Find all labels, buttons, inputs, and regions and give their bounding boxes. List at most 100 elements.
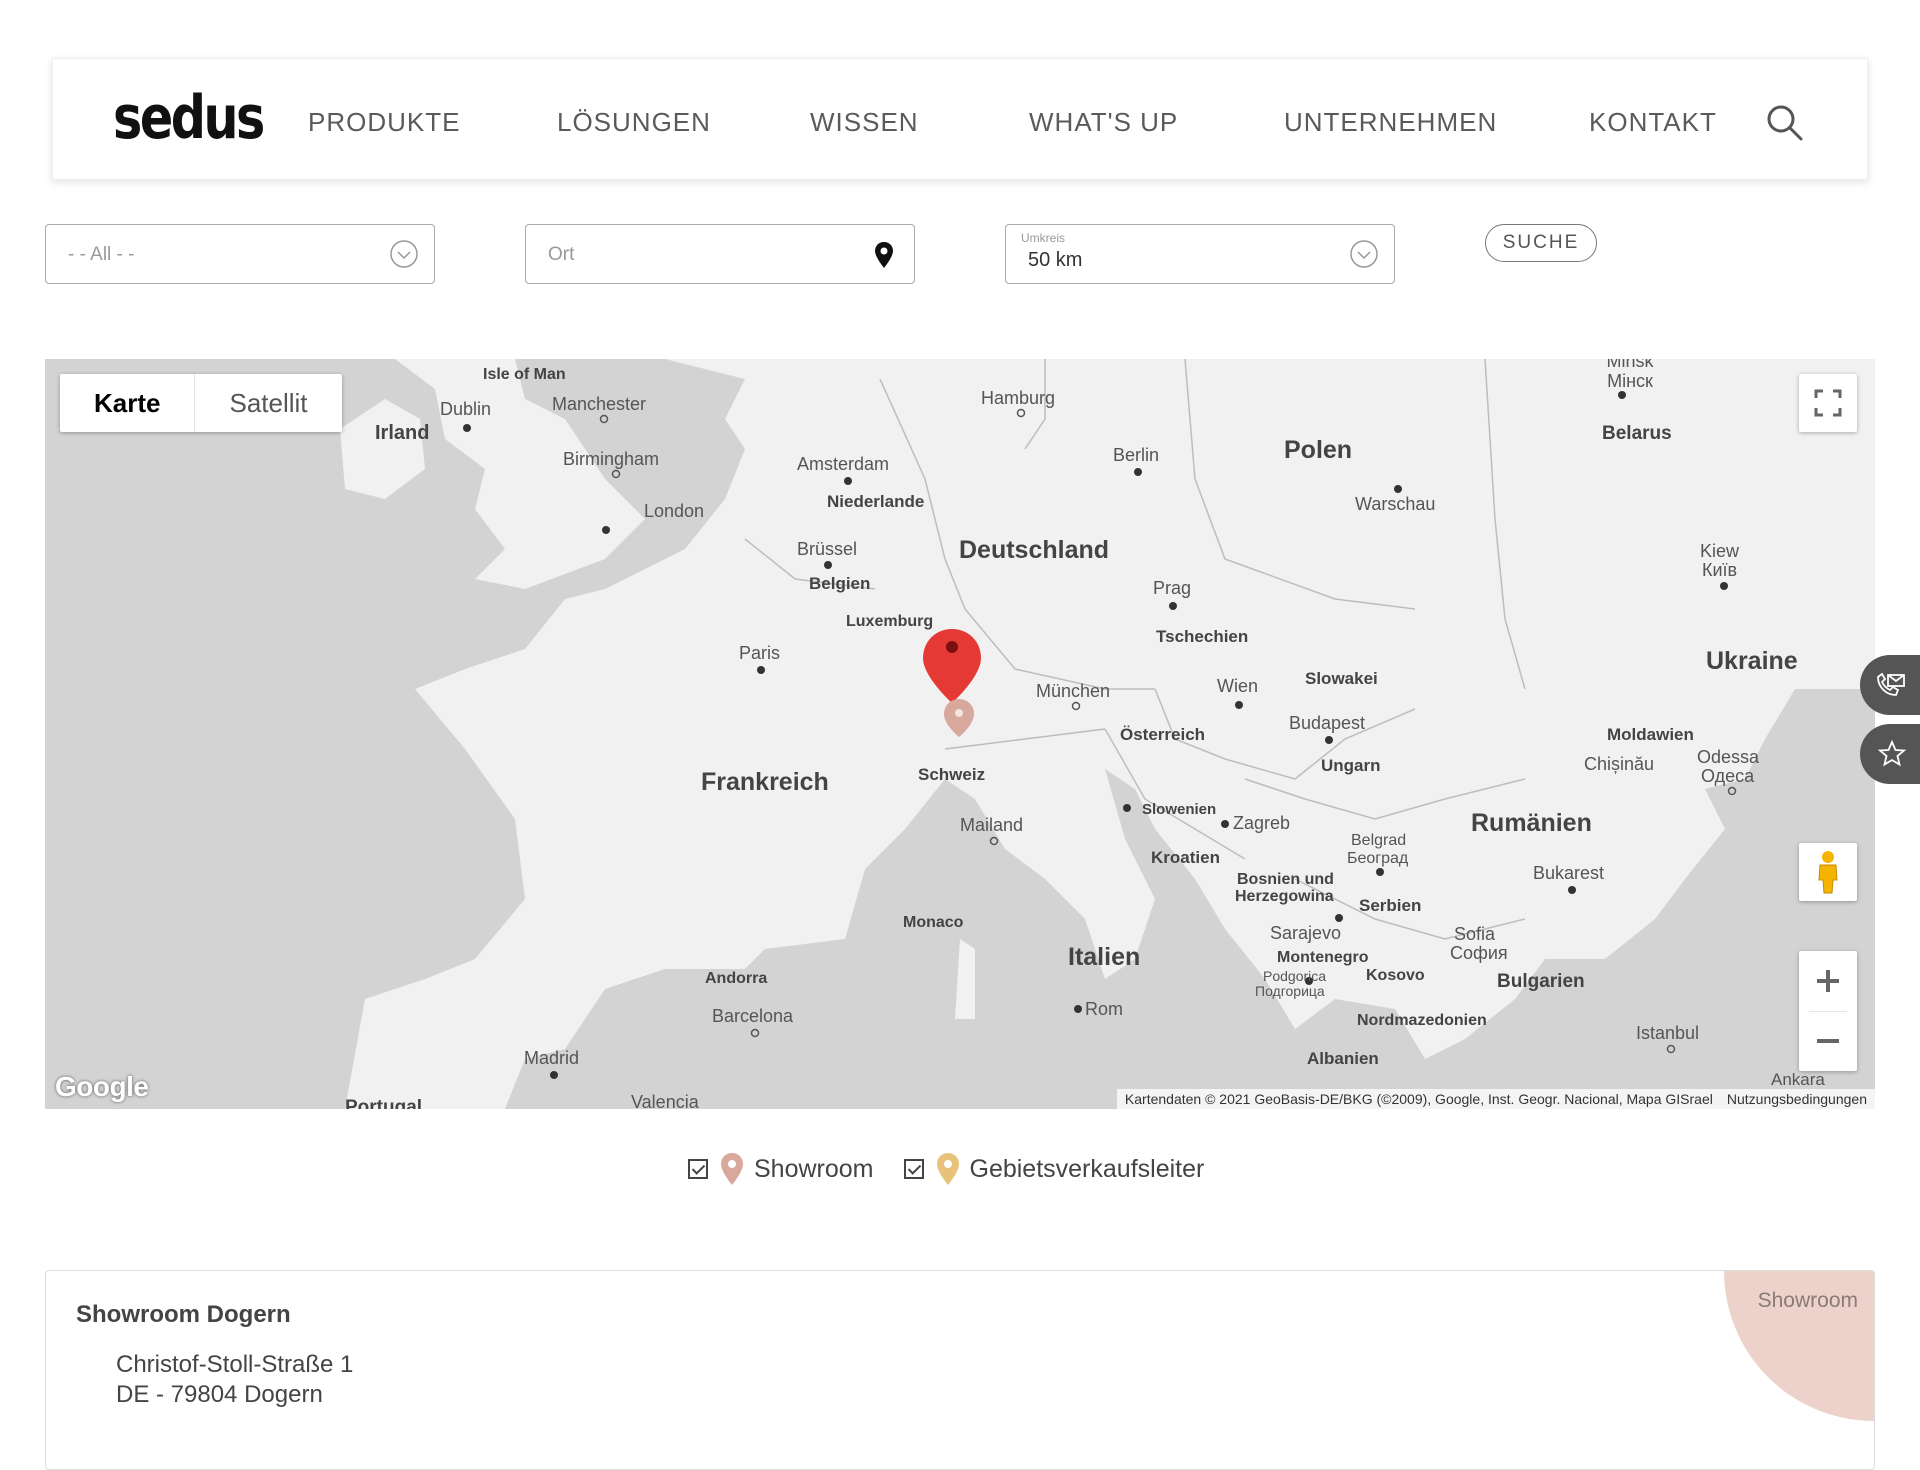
plus-icon bbox=[1817, 970, 1839, 992]
map-label: Isle of Man bbox=[483, 366, 566, 383]
map-label: Brüssel bbox=[797, 539, 858, 559]
map-label: Подгорица bbox=[1255, 983, 1325, 999]
map-type-karte[interactable]: Karte bbox=[60, 374, 196, 432]
map-label: München bbox=[1036, 681, 1111, 701]
map-legend: Showroom Gebietsverkaufsleiter bbox=[688, 1152, 1234, 1186]
map-label: Barcelona bbox=[712, 1006, 794, 1026]
category-select[interactable]: - - All - - bbox=[45, 224, 435, 284]
minus-icon bbox=[1817, 1039, 1839, 1043]
map-label: Niederlande bbox=[827, 492, 925, 511]
showroom-checkbox[interactable] bbox=[688, 1159, 708, 1179]
map-label: Amsterdam bbox=[797, 454, 890, 474]
map-label: Manchester bbox=[552, 394, 647, 414]
map-label: Београд bbox=[1347, 850, 1409, 867]
map-label: Madrid bbox=[524, 1048, 580, 1068]
map-label: Albanien bbox=[1307, 1049, 1379, 1068]
result-card[interactable]: Showroom Showroom Dogern Christof-Stoll-… bbox=[45, 1270, 1875, 1470]
fullscreen-button[interactable] bbox=[1799, 374, 1857, 432]
map-label: Paris bbox=[739, 643, 781, 663]
site-header: sedus PRODUKTE LÖSUNGEN WISSEN WHAT'S UP… bbox=[52, 58, 1868, 180]
legend-gvl-label: Gebietsverkaufsleiter bbox=[969, 1154, 1205, 1183]
location-pin-icon[interactable] bbox=[874, 241, 894, 269]
map-label: Prag bbox=[1153, 578, 1192, 598]
phone-mail-icon bbox=[1877, 672, 1905, 696]
zoom-in-button[interactable] bbox=[1799, 951, 1857, 1011]
map-label: Kiew bbox=[1700, 541, 1740, 561]
gvl-pin-icon bbox=[936, 1153, 959, 1185]
map[interactable]: Isle of Man Dublin Irland Manchester Bir… bbox=[45, 359, 1875, 1109]
nav-loesungen[interactable]: LÖSUNGEN bbox=[557, 107, 711, 138]
map-label: Zagreb bbox=[1233, 813, 1291, 833]
map-label: Bukarest bbox=[1533, 863, 1605, 883]
map-label: Belgrad bbox=[1351, 832, 1407, 849]
map-label: Portugal bbox=[345, 1097, 423, 1109]
map-label: Одеса bbox=[1701, 766, 1755, 786]
legend-gvl: Gebietsverkaufsleiter bbox=[903, 1152, 1205, 1186]
map-label: Rumänien bbox=[1471, 809, 1592, 837]
search-icon[interactable] bbox=[1765, 103, 1805, 143]
map-label: Istanbul bbox=[1636, 1023, 1700, 1043]
google-logo: Google bbox=[55, 1071, 149, 1102]
map-label: Chișinău bbox=[1584, 754, 1655, 774]
map-label: Ungarn bbox=[1321, 756, 1381, 775]
result-type-badge: Showroom bbox=[1757, 1289, 1858, 1312]
location-placeholder: Ort bbox=[548, 244, 575, 265]
map-canvas[interactable] bbox=[45, 359, 1875, 1109]
street-view-button[interactable] bbox=[1799, 843, 1857, 901]
radius-label: Umkreis bbox=[1021, 231, 1065, 245]
map-label: Valencia bbox=[631, 1092, 699, 1109]
map-type-satellit[interactable]: Satellit bbox=[195, 374, 341, 432]
map-label: Minsk Мінск bbox=[1606, 359, 1654, 391]
map-label: Slowakei bbox=[1305, 669, 1378, 688]
map-label: Schweiz bbox=[918, 765, 986, 784]
map-label: Podgorica bbox=[1263, 968, 1327, 984]
sedus-logo[interactable]: sedus bbox=[113, 83, 265, 153]
fullscreen-icon bbox=[1814, 389, 1842, 417]
terms-link[interactable]: Nutzungsbedingungen bbox=[1727, 1091, 1867, 1107]
legend-showroom: Showroom bbox=[688, 1152, 874, 1186]
map-label: Slowenien bbox=[1142, 801, 1217, 818]
nav-wissen[interactable]: WISSEN bbox=[810, 107, 919, 138]
radius-select[interactable]: Umkreis 50 km bbox=[1005, 224, 1395, 284]
map-label: Andorra bbox=[705, 970, 768, 987]
nav-whats-up[interactable]: WHAT'S UP bbox=[1029, 107, 1178, 138]
map-label: Mailand bbox=[960, 815, 1024, 835]
map-label: София bbox=[1450, 943, 1508, 963]
map-label: Sofia bbox=[1454, 924, 1496, 944]
map-label: Montenegro bbox=[1277, 949, 1369, 966]
map-attribution: Kartendaten © 2021 GeoBasis-DE/BKG (©200… bbox=[1116, 1089, 1875, 1109]
map-label: Tschechien bbox=[1156, 627, 1249, 646]
map-label: Hamburg bbox=[981, 388, 1056, 408]
contact-side-tab[interactable] bbox=[1860, 655, 1920, 715]
map-label: Nordmazedonien bbox=[1357, 1012, 1487, 1029]
map-label: Berlin bbox=[1113, 445, 1160, 465]
map-label: Ukraine bbox=[1706, 647, 1798, 675]
result-city: DE - 79804 Dogern bbox=[116, 1381, 323, 1408]
gvl-checkbox[interactable] bbox=[903, 1159, 924, 1179]
radius-value: 50 km bbox=[1028, 249, 1083, 271]
map-label: Ankara bbox=[1771, 1070, 1825, 1089]
chevron-down-icon bbox=[390, 240, 418, 268]
map-label: Odessa bbox=[1697, 747, 1760, 767]
star-icon bbox=[1877, 739, 1907, 767]
nav-produkte[interactable]: PRODUKTE bbox=[308, 107, 460, 138]
map-label: Bosnien und bbox=[1237, 871, 1334, 888]
nav-kontakt[interactable]: KONTAKT bbox=[1589, 107, 1717, 138]
search-button[interactable]: SUCHE bbox=[1485, 224, 1597, 262]
map-label: Warschau bbox=[1355, 494, 1436, 514]
favorites-side-tab[interactable] bbox=[1860, 724, 1920, 784]
map-label: Rom bbox=[1085, 999, 1124, 1019]
map-label: Belarus bbox=[1602, 423, 1672, 444]
zoom-control bbox=[1799, 951, 1857, 1071]
legend-showroom-label: Showroom bbox=[754, 1154, 874, 1183]
location-input[interactable]: Ort bbox=[525, 224, 915, 284]
map-label: Dublin bbox=[440, 399, 492, 419]
zoom-out-button[interactable] bbox=[1799, 1011, 1857, 1071]
showroom-pin-icon bbox=[721, 1153, 743, 1185]
map-label: Luxemburg bbox=[846, 613, 934, 630]
nav-unternehmen[interactable]: UNTERNEHMEN bbox=[1284, 107, 1497, 138]
map-label: Moldawien bbox=[1607, 725, 1694, 744]
map-label: Київ bbox=[1702, 560, 1738, 580]
attribution-text: Kartendaten © 2021 GeoBasis-DE/BKG (©200… bbox=[1124, 1091, 1713, 1107]
chevron-down-icon bbox=[1350, 240, 1378, 268]
